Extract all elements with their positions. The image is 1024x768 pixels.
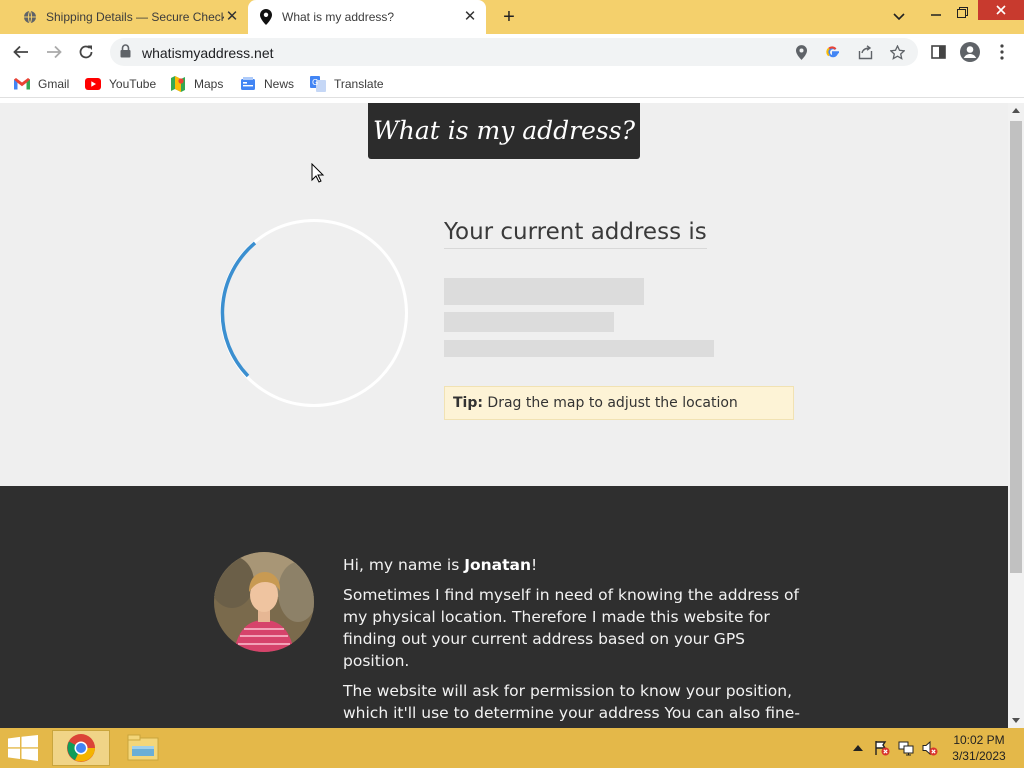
address-placeholder-line [444, 278, 644, 305]
close-window-button[interactable] [978, 0, 1024, 20]
bio-paragraph: The website will ask for permission to k… [343, 682, 800, 728]
windows-start-icon[interactable] [8, 735, 38, 761]
address-placeholder-line [444, 340, 714, 357]
tab-title: What is my address? [282, 10, 395, 24]
lock-icon[interactable] [120, 44, 131, 63]
profile-avatar-icon[interactable] [958, 40, 982, 64]
author-photo [214, 552, 314, 652]
url-text: whatismyaddress.net [142, 45, 274, 61]
bookmark-translate[interactable]: G Translate [310, 76, 384, 92]
mouse-cursor-icon [311, 163, 325, 183]
share-icon[interactable] [856, 43, 874, 61]
scroll-up-arrow-icon[interactable] [1008, 103, 1024, 119]
chrome-taskbar-button[interactable] [52, 730, 110, 766]
address-bar[interactable]: whatismyaddress.net [110, 38, 918, 66]
greeting-suffix: ! [531, 556, 538, 574]
scroll-down-arrow-icon[interactable] [1008, 712, 1024, 728]
author-name: Jonatan [464, 556, 532, 574]
tip-box: Tip: Drag the map to adjust the location [444, 386, 794, 420]
youtube-icon [85, 76, 101, 92]
svg-text:G: G [312, 78, 318, 87]
location-pin-icon [258, 9, 274, 25]
tab-strip: Shipping Details — Secure Checkout ✕ Wha… [0, 0, 1024, 34]
translate-icon: G [310, 76, 326, 92]
news-icon [240, 76, 256, 92]
tip-text: Drag the map to adjust the location [482, 395, 738, 411]
about-section: Hi, my name is Jonatan! Sometimes I find… [0, 486, 1008, 728]
location-pin-icon[interactable] [792, 43, 810, 61]
address-heading: Your current address is [444, 219, 707, 249]
address-placeholder-line [444, 312, 614, 332]
site-title-banner[interactable]: What is my address? [368, 103, 640, 159]
bookmark-label: YouTube [109, 77, 157, 91]
loading-spinner-map[interactable] [215, 214, 413, 412]
volume-muted-icon[interactable] [922, 740, 938, 756]
bio-paragraph: Sometimes I find myself in need of knowi… [343, 586, 799, 670]
minimize-button[interactable] [925, 0, 947, 24]
chrome-icon [67, 734, 95, 762]
windows-taskbar: 10:02 PM 3/31/2023 [0, 728, 1024, 768]
file-explorer-taskbar-button[interactable] [114, 730, 172, 766]
bookmark-label: Maps [194, 77, 224, 91]
system-clock[interactable]: 10:02 PM 3/31/2023 [944, 732, 1014, 764]
bookmark-label: News [264, 77, 295, 91]
tab-shipping-details[interactable]: Shipping Details — Secure Checkout ✕ [12, 0, 248, 34]
clock-date: 3/31/2023 [952, 749, 1006, 763]
clock-time: 10:02 PM [953, 733, 1005, 747]
web-page: What is my address? Your current address… [0, 103, 1008, 728]
restore-button[interactable] [950, 0, 974, 24]
bookmark-news[interactable]: News [240, 76, 294, 92]
bookmark-youtube[interactable]: YouTube [85, 76, 156, 92]
bookmark-label: Gmail [38, 77, 70, 91]
back-arrow-icon[interactable] [9, 40, 33, 64]
new-tab-button[interactable]: + [498, 6, 520, 28]
tab-search-chevron-icon[interactable] [888, 5, 910, 29]
page-scrollbar[interactable] [1008, 103, 1024, 728]
folder-icon [127, 734, 159, 761]
close-tab-icon[interactable]: ✕ [224, 9, 240, 25]
maps-icon [170, 76, 186, 92]
bookmark-star-icon[interactable] [888, 43, 906, 61]
bookmark-gmail[interactable]: Gmail [14, 76, 69, 92]
side-panel-icon[interactable] [926, 40, 950, 64]
greeting-prefix: Hi, my name is [343, 556, 465, 574]
browser-toolbar: whatismyaddress.net [0, 34, 1024, 70]
bookmarks-bar: Gmail YouTube Maps News G Translate [0, 70, 1024, 98]
google-lens-icon[interactable] [824, 43, 842, 61]
bio-greeting: Hi, my name is Jonatan! [343, 554, 803, 576]
more-menu-icon[interactable] [990, 40, 1014, 64]
show-hidden-icons-chevron-icon[interactable] [850, 740, 866, 756]
forward-arrow-icon[interactable] [42, 40, 66, 64]
bookmark-label: Translate [334, 77, 384, 91]
close-tab-icon[interactable]: ✕ [462, 9, 478, 25]
tip-label: Tip: [453, 395, 483, 411]
scrollbar-thumb[interactable] [1010, 121, 1022, 573]
reload-icon[interactable] [74, 40, 98, 64]
network-icon[interactable] [898, 740, 914, 756]
tab-title: Shipping Details — Secure Checkout [46, 10, 224, 24]
gmail-icon [14, 76, 30, 92]
action-center-flag-icon[interactable] [874, 740, 890, 756]
globe-icon [22, 9, 38, 25]
bookmark-maps[interactable]: Maps [170, 76, 223, 92]
tab-what-is-my-address[interactable]: What is my address? ✕ [248, 0, 486, 34]
author-bio: Hi, my name is Jonatan! Sometimes I find… [343, 554, 803, 728]
